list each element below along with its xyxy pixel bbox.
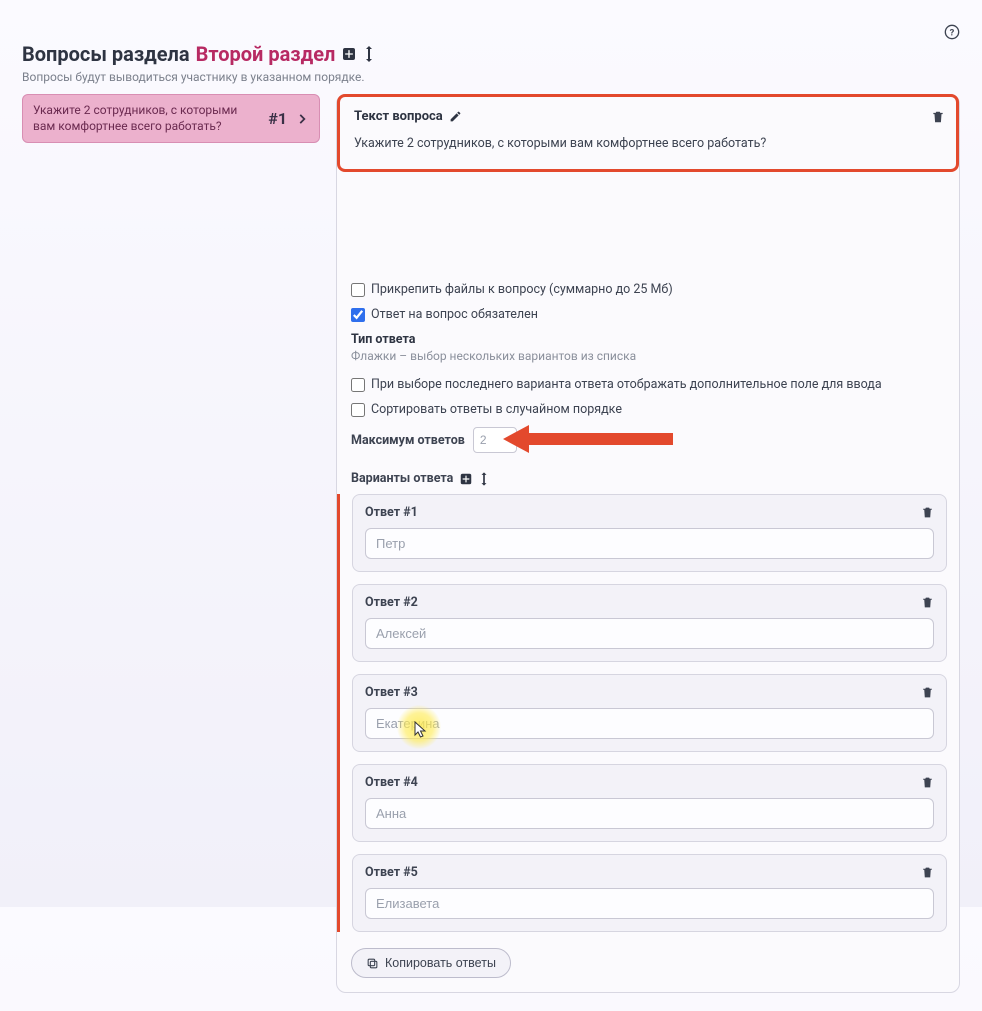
answer-card: Ответ #2 (352, 584, 947, 662)
shuffle-checkbox[interactable] (351, 403, 365, 417)
last-option-extra-label: При выборе последнего варианта ответа от… (371, 377, 882, 392)
attach-files-label: Прикрепить файлы к вопросу (суммарно до … (371, 282, 673, 297)
delete-answer-button[interactable] (921, 865, 934, 880)
question-chip-text: Укажите 2 сотрудников, с которыми вам ко… (33, 103, 260, 134)
delete-answer-button[interactable] (921, 505, 934, 520)
required-label: Ответ на вопрос обязателен (371, 307, 538, 322)
chevron-right-icon (295, 111, 309, 126)
copy-answers-label: Копировать ответы (385, 956, 496, 970)
copy-answers-button[interactable]: Копировать ответы (351, 948, 511, 978)
delete-answer-button[interactable] (921, 595, 934, 610)
delete-answer-button[interactable] (921, 685, 934, 700)
answer-type-help: Флажки – выбор нескольких вариантов из с… (351, 349, 945, 363)
question-chip-number: #1 (268, 109, 287, 128)
reorder-answers-button[interactable] (479, 472, 489, 486)
last-option-extra-checkbox[interactable] (351, 378, 365, 392)
answer-title: Ответ #3 (365, 685, 418, 700)
last-option-extra-row[interactable]: При выборе последнего варианта ответа от… (351, 377, 945, 392)
required-checkbox[interactable] (351, 308, 365, 322)
attach-files-checkbox[interactable] (351, 283, 365, 297)
page-subtitle: Вопросы будут выводиться участнику в ука… (22, 70, 960, 84)
answer-type-label: Тип ответа (351, 332, 945, 347)
add-answer-button[interactable] (459, 472, 473, 486)
page-title: Вопросы раздела Второй раздел (22, 42, 960, 66)
question-chip[interactable]: Укажите 2 сотрудников, с которыми вам ко… (22, 94, 320, 143)
answer-input[interactable] (365, 618, 934, 649)
answer-input[interactable] (365, 528, 934, 559)
answer-input[interactable] (365, 888, 934, 919)
answers-list: Ответ #1 Ответ #2 (337, 494, 959, 932)
answer-card: Ответ #5 (352, 854, 947, 932)
answer-input[interactable] (365, 708, 934, 739)
delete-answer-button[interactable] (921, 775, 934, 790)
shuffle-row[interactable]: Сортировать ответы в случайном порядке (351, 402, 945, 417)
answer-title: Ответ #2 (365, 595, 418, 610)
help-icon[interactable]: ? (944, 24, 960, 40)
required-row[interactable]: Ответ на вопрос обязателен (351, 307, 945, 322)
attach-files-row[interactable]: Прикрепить файлы к вопросу (суммарно до … (351, 282, 945, 297)
answer-input[interactable] (365, 798, 934, 829)
answer-card: Ответ #3 (352, 674, 947, 752)
question-text-body: Укажите 2 сотрудников, с которыми вам ко… (354, 136, 942, 151)
section-name: Второй раздел (196, 42, 336, 66)
answer-title: Ответ #1 (365, 505, 418, 520)
shuffle-label: Сортировать ответы в случайном порядке (371, 402, 622, 417)
svg-text:?: ? (950, 27, 955, 38)
title-prefix: Вопросы раздела (22, 42, 190, 66)
reorder-questions-button[interactable] (363, 46, 375, 62)
arrow-callout-icon (503, 421, 673, 457)
max-answers-row: Максимум ответов (351, 427, 945, 453)
question-text-block: Текст вопроса Укажите 2 сотрудников, с к… (337, 94, 959, 172)
add-question-button[interactable] (341, 46, 357, 62)
answer-title: Ответ #5 (365, 865, 418, 880)
answer-variants-header: Варианты ответа (351, 471, 945, 486)
edit-icon[interactable] (449, 109, 462, 124)
answer-card: Ответ #1 (352, 494, 947, 572)
answer-variants-label: Варианты ответа (351, 471, 453, 486)
answer-card: Ответ #4 (352, 764, 947, 842)
max-answers-label: Максимум ответов (351, 433, 465, 448)
max-answers-input[interactable] (473, 427, 517, 453)
delete-question-button[interactable] (931, 109, 945, 124)
answer-title: Ответ #4 (365, 775, 418, 790)
question-editor: Текст вопроса Укажите 2 сотрудников, с к… (336, 94, 960, 993)
question-text-label: Текст вопроса (354, 109, 443, 124)
